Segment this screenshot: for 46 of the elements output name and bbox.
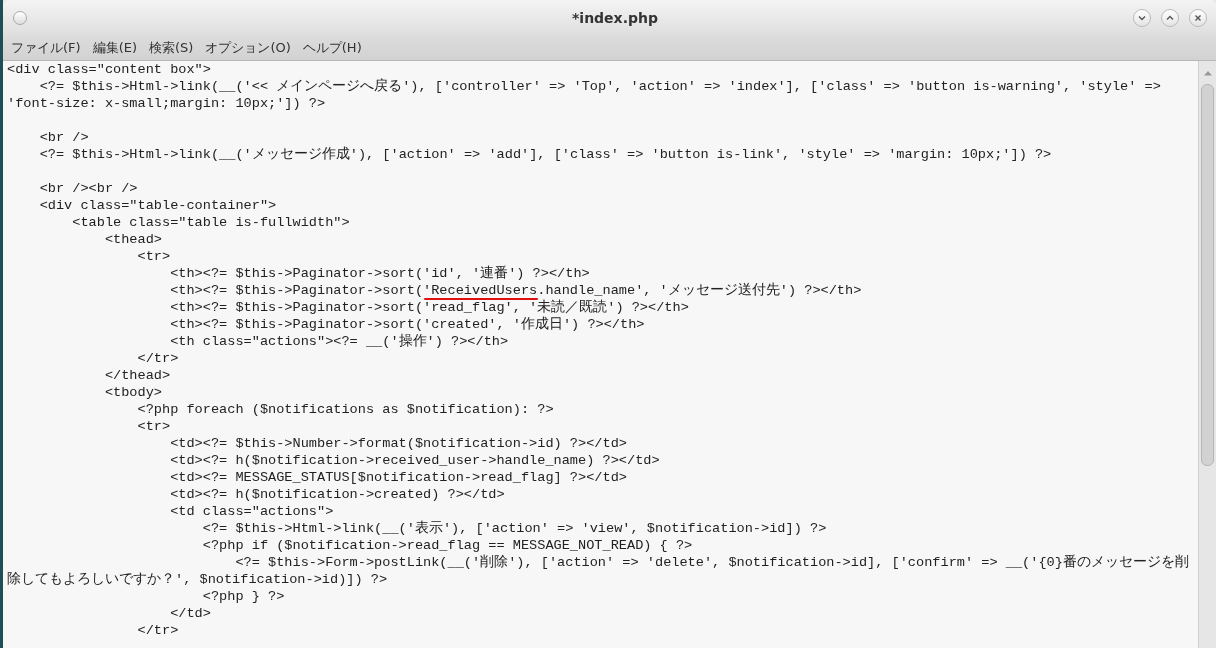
code-line: <?= $this->Form->postLink(__('削除'), ['action' => 'delete', $notification->id], ['confirm' => __('{0}番のメッセージを削	[234, 556, 1189, 570]
minimize-button[interactable]	[1133, 9, 1151, 27]
code-line: <?php } ?>	[201, 590, 285, 604]
code-line: <th><?= $this->Paginator->sort('id', '連番') ?></th>	[169, 267, 590, 281]
code-line: <th><?= $this->Paginator->sort('ReceivedUsers.handle_name', 'メッセージ送付先') ?></th>	[169, 284, 862, 298]
code-line: <?= $this->Html->link(__('メッセージ作成'), ['action' => 'add'], ['class' => 'button is-link', 'style' => 'margin: 10px;']) ?>	[38, 148, 1052, 162]
code-line: </tr>	[136, 352, 179, 366]
chevron-down-icon	[1137, 13, 1147, 23]
code-line: <?php if ($notification->read_flag == MESSAGE_NOT_READ) { ?>	[201, 539, 693, 553]
code-line: 'font-size: x-small;margin: 10px;']) ?>	[7, 97, 326, 111]
code-line: <?= $this->Html->link(__('<< メインページへ戻る'), ['controller' => 'Top', 'action' => 'index'], ['class' => 'button is-warning', 'style' =>	[38, 80, 1161, 94]
code-line: </tr>	[136, 624, 179, 638]
chevron-up-icon	[1165, 13, 1175, 23]
code-line: <tr>	[136, 250, 171, 264]
code-line: <?= $this->Html->link(__('表示'), ['action' => 'view', $notification->id]) ?>	[201, 522, 827, 536]
menu-item[interactable]: 編集(E)	[92, 39, 137, 57]
code-line: <th class="actions"><?= __('操作') ?></th>	[169, 335, 509, 349]
close-button[interactable]	[1189, 9, 1207, 27]
code-line: </td>	[169, 607, 211, 621]
code-line: 除してもよろしいですか？', $notification->id)]) ?>	[7, 573, 388, 587]
code-line: <table class="table is-fullwidth">	[71, 216, 350, 230]
code-line: <?php foreach ($notifications as $notification): ?>	[136, 403, 554, 417]
menu-item[interactable]: ヘルプ(H)	[302, 39, 362, 57]
close-icon	[1193, 13, 1203, 23]
code-line: <td class="actions">	[169, 505, 334, 519]
code-line: <tr>	[136, 420, 171, 434]
code-line: <thead>	[103, 233, 162, 247]
window-title: *index.php	[572, 10, 658, 26]
menu-item[interactable]: ファイル(F)	[11, 39, 81, 57]
code-line: <td><?= h($notification->created) ?></td>	[169, 488, 505, 502]
code-line: <div class="content box">	[7, 63, 211, 77]
code-line: <br /><br />	[38, 182, 138, 196]
code-line: <th><?= $this->Paginator->sort('read_flag', '未読／既読') ?></th>	[169, 301, 689, 315]
scrollbar[interactable]	[1198, 61, 1216, 648]
code-line: </thead>	[103, 369, 171, 383]
scrollbar-thumb[interactable]	[1201, 84, 1214, 466]
code-line: <td><?= h($notification->received_user->handle_name) ?></td>	[169, 454, 660, 468]
code-line: <td><?= MESSAGE_STATUS[$notification->read_flag] ?></td>	[169, 471, 627, 485]
menu-item[interactable]: 検索(S)	[149, 39, 194, 57]
code-line: <th><?= $this->Paginator->sort('created', '作成日') ?></th>	[169, 318, 645, 332]
menu-item[interactable]: オプション(O)	[205, 39, 291, 57]
maximize-button[interactable]	[1161, 9, 1179, 27]
code-line: <div class="table-container">	[38, 199, 277, 213]
code-line: <td><?= $this->Number->format($notification->id) ?></td>	[169, 437, 627, 451]
code-line: <tbody>	[103, 386, 162, 400]
code-line: <br />	[38, 131, 89, 145]
